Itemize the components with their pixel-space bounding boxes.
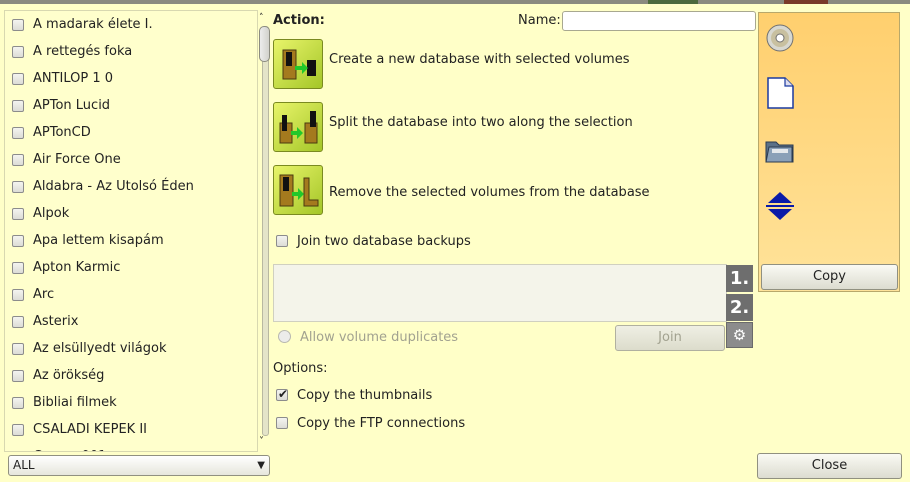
volume-label: Az elsüllyedt világok bbox=[33, 341, 167, 356]
list-item[interactable]: Az örökség bbox=[5, 362, 255, 389]
volume-label: A rettegés foka bbox=[33, 44, 133, 59]
copy-thumbnails-label: Copy the thumbnails bbox=[297, 388, 433, 403]
copy-button[interactable]: Copy bbox=[761, 264, 898, 290]
volume-checkbox[interactable] bbox=[12, 450, 24, 451]
volume-label: Asterix bbox=[33, 314, 79, 329]
volume-checkbox[interactable] bbox=[12, 423, 24, 436]
list-item[interactable]: ANTILOP 1 0 bbox=[5, 65, 255, 92]
split-database-button[interactable] bbox=[273, 102, 323, 152]
expand-arrows-icon[interactable] bbox=[765, 191, 795, 223]
folder-icon[interactable] bbox=[765, 134, 795, 164]
list-item[interactable]: APTon Lucid bbox=[5, 92, 255, 119]
volume-checkbox[interactable] bbox=[12, 288, 24, 301]
cd-disc-icon[interactable] bbox=[765, 23, 795, 53]
gear-icon[interactable]: ⚙ bbox=[726, 322, 753, 348]
copy-ftp-checkbox[interactable] bbox=[276, 417, 288, 429]
list-item[interactable]: Arc bbox=[5, 281, 255, 308]
document-icon[interactable] bbox=[765, 77, 795, 109]
volume-label: Az örökség bbox=[33, 368, 105, 383]
volume-label: Cosmo 001 bbox=[33, 449, 106, 451]
select-backup-1-button[interactable]: 1. bbox=[726, 265, 753, 292]
volume-label: Alpok bbox=[33, 206, 70, 221]
join-backups-label: Join two database backups bbox=[297, 234, 471, 249]
volume-checkbox[interactable] bbox=[12, 369, 24, 382]
volume-checkbox[interactable] bbox=[12, 342, 24, 355]
volume-label: CSALADI KEPEK II bbox=[33, 422, 147, 437]
volume-list-scrollbar[interactable]: ˄ ˅ bbox=[259, 14, 270, 450]
backup-list-box[interactable] bbox=[273, 264, 727, 322]
volume-checkbox[interactable] bbox=[12, 261, 24, 274]
volume-label: Bibliai filmek bbox=[33, 395, 117, 410]
join-backups-checkbox[interactable] bbox=[276, 235, 288, 247]
list-item[interactable]: A rettegés foka bbox=[5, 38, 255, 65]
volume-checkbox[interactable] bbox=[12, 99, 24, 112]
volume-checkbox[interactable] bbox=[12, 315, 24, 328]
scrollbar-track[interactable] bbox=[262, 26, 269, 436]
volume-label: Apa lettem kisapám bbox=[33, 233, 164, 248]
split-database-label: Split the database into two along the se… bbox=[329, 115, 633, 130]
volume-label: Air Force One bbox=[33, 152, 121, 167]
list-item[interactable]: Air Force One bbox=[5, 146, 255, 173]
create-database-button[interactable] bbox=[273, 39, 323, 89]
volume-checkbox[interactable] bbox=[12, 234, 24, 247]
checkmark-icon: ✔ bbox=[277, 387, 289, 401]
scroll-up-icon[interactable]: ˄ bbox=[259, 14, 264, 23]
volume-checkbox[interactable] bbox=[12, 396, 24, 409]
copy-thumbnails-checkbox[interactable]: ✔ bbox=[276, 387, 289, 401]
close-button[interactable]: Close bbox=[757, 453, 902, 479]
chevron-down-icon: ▼ bbox=[257, 460, 265, 471]
scroll-down-icon[interactable]: ˅ bbox=[259, 437, 264, 447]
list-item[interactable]: APTonCD bbox=[5, 119, 255, 146]
top-window-strip bbox=[0, 0, 910, 4]
volume-checkbox[interactable] bbox=[12, 207, 24, 220]
copy-ftp-label: Copy the FTP connections bbox=[297, 416, 466, 431]
create-database-icon bbox=[282, 49, 316, 80]
volume-filter-value: ALL bbox=[13, 458, 35, 472]
volume-checkbox[interactable] bbox=[12, 180, 24, 193]
scrollbar-thumb[interactable] bbox=[259, 26, 270, 62]
volume-checkbox[interactable] bbox=[12, 72, 24, 85]
select-backup-2-button[interactable]: 2. bbox=[726, 294, 753, 321]
side-panel bbox=[758, 12, 900, 292]
split-database-icon bbox=[279, 111, 318, 144]
volume-label: ANTILOP 1 0 bbox=[33, 71, 114, 86]
options-title: Options: bbox=[273, 361, 328, 376]
volume-label: Apton Karmic bbox=[33, 260, 121, 275]
volume-label: A madarak élete I. bbox=[33, 17, 153, 32]
volume-list[interactable]: A madarak élete I. A rettegés foka ANTILOP… bbox=[4, 10, 258, 452]
remove-volumes-icon bbox=[279, 174, 319, 207]
list-item[interactable]: Bibliai filmek bbox=[5, 389, 255, 416]
list-item[interactable]: A madarak élete I. bbox=[5, 11, 255, 38]
volume-checkbox[interactable] bbox=[12, 153, 24, 166]
join-button[interactable]: Join bbox=[615, 325, 725, 351]
allow-duplicates-radio[interactable] bbox=[278, 330, 291, 343]
volume-label: APTon Lucid bbox=[33, 98, 111, 113]
volume-checkbox[interactable] bbox=[12, 126, 24, 139]
volume-label: APTonCD bbox=[33, 125, 91, 140]
volume-checkbox[interactable] bbox=[12, 18, 24, 31]
remove-volumes-button[interactable] bbox=[273, 165, 323, 215]
list-item[interactable]: Cosmo 001 bbox=[5, 443, 255, 451]
allow-duplicates-label: Allow volume duplicates bbox=[300, 330, 459, 345]
list-item[interactable]: Apton Karmic bbox=[5, 254, 255, 281]
create-database-label: Create a new database with selected volu… bbox=[329, 52, 630, 67]
action-title: Action: bbox=[273, 13, 325, 28]
name-label: Name: bbox=[518, 13, 561, 28]
list-item[interactable]: CSALADI KEPEK II bbox=[5, 416, 255, 443]
list-item[interactable]: Asterix bbox=[5, 308, 255, 335]
list-item[interactable]: Az elsüllyedt világok bbox=[5, 335, 255, 362]
list-item[interactable]: Alpok bbox=[5, 200, 255, 227]
remove-volumes-label: Remove the selected volumes from the dat… bbox=[329, 185, 650, 200]
list-item[interactable]: Aldabra - Az Utolsó Éden bbox=[5, 173, 255, 200]
volume-checkbox[interactable] bbox=[12, 45, 24, 58]
volume-label: Aldabra - Az Utolsó Éden bbox=[33, 179, 194, 194]
list-item[interactable]: Apa lettem kisapám bbox=[5, 227, 255, 254]
volume-filter-select[interactable]: ALL ▼ bbox=[8, 455, 270, 476]
volume-label: Arc bbox=[33, 287, 55, 302]
name-input[interactable] bbox=[562, 11, 756, 31]
